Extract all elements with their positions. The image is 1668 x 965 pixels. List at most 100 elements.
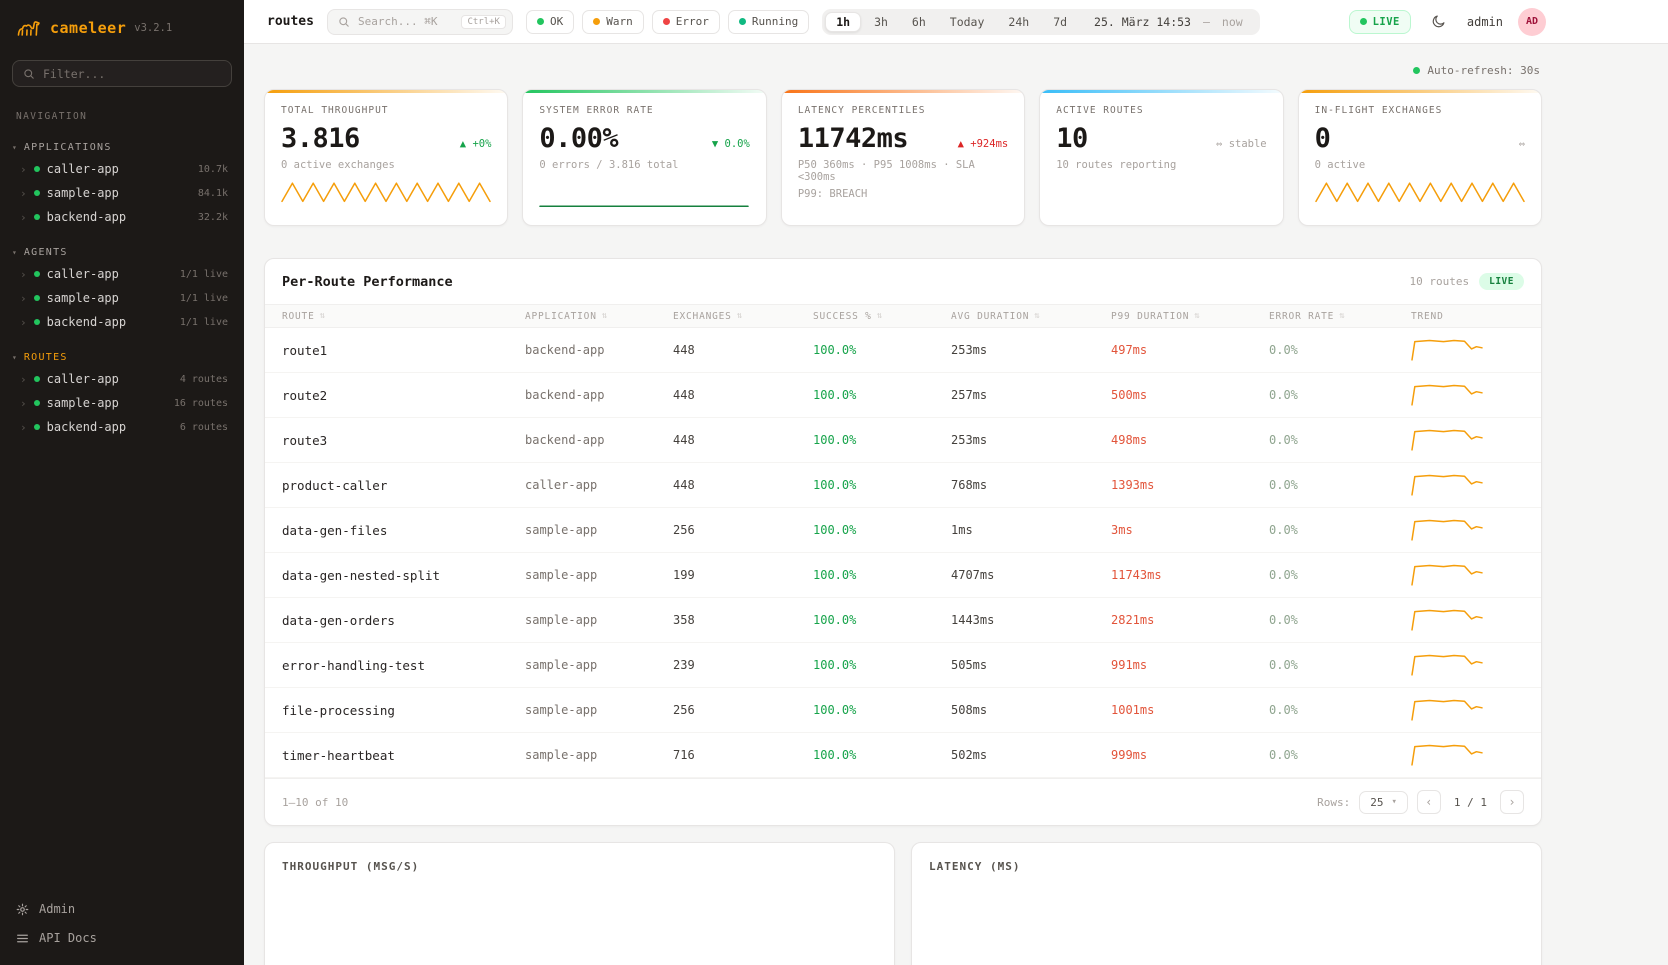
status-filter-chip[interactable]: Error	[652, 10, 720, 34]
sidebar-footer: Admin API Docs	[0, 892, 244, 965]
kpi-label: LATENCY PERCENTILES	[798, 105, 1008, 116]
range-button-1h[interactable]: 1h	[825, 12, 861, 32]
avatar[interactable]: AD	[1518, 8, 1546, 36]
route-table-row[interactable]: timer-heartbeat sample-app 716 100.0% 50…	[265, 733, 1541, 778]
kpi-subtext: 0 active	[1315, 159, 1525, 171]
column-header-application[interactable]: APPLICATION⇅	[525, 311, 673, 322]
global-search-box[interactable]: Search... ⌘K Ctrl+K	[327, 9, 513, 35]
success-rate-value: 100.0%	[813, 658, 951, 672]
item-label: backend-app	[47, 315, 126, 329]
route-table-row[interactable]: route2 backend-app 448 100.0% 257ms 500m…	[265, 373, 1541, 418]
sidebar-item-admin[interactable]: Admin	[16, 902, 228, 916]
status-dot	[34, 190, 40, 196]
kpi-delta: ▲ +0%	[460, 138, 492, 150]
item-label: caller-app	[47, 267, 119, 281]
docs-icon	[16, 932, 29, 945]
per-route-performance-panel: Per-Route Performance 10 routes LIVE ROU…	[264, 258, 1542, 826]
column-header-p99-duration[interactable]: P99 DURATION⇅	[1111, 311, 1269, 322]
range-button-24h[interactable]: 24h	[997, 12, 1040, 32]
avg-duration-value: 508ms	[951, 703, 1111, 717]
filter-input[interactable]	[43, 67, 221, 81]
caret-down-icon: ▾	[12, 143, 17, 152]
sidebar-item-api-docs[interactable]: API Docs	[16, 931, 228, 945]
error-rate-value: 0.0%	[1269, 703, 1411, 717]
table-header-row: ROUTE⇅ APPLICATION⇅ EXCHANGES⇅ SUCCESS %…	[265, 304, 1541, 328]
trend-sparkline	[1411, 382, 1483, 408]
route-table-row[interactable]: route3 backend-app 448 100.0% 253ms 498m…	[265, 418, 1541, 463]
status-filter-chip[interactable]: Warn	[582, 10, 644, 34]
theme-toggle-button[interactable]	[1426, 9, 1452, 35]
trend-sparkline	[1411, 742, 1483, 768]
sidebar-item-agent[interactable]: › sample-app 1/1 live	[0, 286, 244, 310]
trend-sparkline	[1411, 517, 1483, 543]
range-button-7d[interactable]: 7d	[1042, 12, 1078, 32]
status-filter-chip[interactable]: OK	[526, 10, 574, 34]
column-header-avg-duration[interactable]: AVG DURATION⇅	[951, 311, 1111, 322]
error-rate-value: 0.0%	[1269, 658, 1411, 672]
exchanges-value: 358	[673, 613, 813, 627]
sidebar-item-application[interactable]: › sample-app 84.1k	[0, 181, 244, 205]
nav-group-header-agents[interactable]: ▾ AGENTS	[0, 241, 244, 262]
exchanges-value: 448	[673, 433, 813, 447]
p99-duration-value: 991ms	[1111, 658, 1269, 672]
p99-duration-value: 1393ms	[1111, 478, 1269, 492]
range-button-3h[interactable]: 3h	[863, 12, 899, 32]
date-range-display[interactable]: 25. März 14:53 — now	[1080, 15, 1257, 29]
avg-duration-value: 253ms	[951, 343, 1111, 357]
kpi-subtext: 10 routes reporting	[1056, 159, 1266, 171]
route-table-row[interactable]: data-gen-nested-split sample-app 199 100…	[265, 553, 1541, 598]
exchanges-value: 448	[673, 343, 813, 357]
sidebar-item-route[interactable]: › caller-app 4 routes	[0, 367, 244, 391]
chip-label: Warn	[606, 15, 633, 28]
live-status-pill[interactable]: LIVE	[1349, 10, 1411, 34]
sidebar-item-application[interactable]: › backend-app 32.2k	[0, 205, 244, 229]
route-table-row[interactable]: data-gen-orders sample-app 358 100.0% 14…	[265, 598, 1541, 643]
sidebar-item-route[interactable]: › sample-app 16 routes	[0, 391, 244, 415]
trend-sparkline	[1411, 607, 1483, 633]
panel-title: Per-Route Performance	[282, 274, 453, 290]
sidebar-filter-box[interactable]	[12, 60, 232, 87]
chevron-right-icon: ›	[20, 188, 27, 199]
page-title: routes	[267, 14, 314, 29]
sidebar-item-agent[interactable]: › caller-app 1/1 live	[0, 262, 244, 286]
panel-header: Per-Route Performance 10 routes LIVE	[265, 259, 1541, 304]
nav-group-header-applications[interactable]: ▾ APPLICATIONS	[0, 136, 244, 157]
column-header-success[interactable]: SUCCESS %⇅	[813, 311, 951, 322]
success-rate-value: 100.0%	[813, 388, 951, 402]
route-table-row[interactable]: error-handling-test sample-app 239 100.0…	[265, 643, 1541, 688]
item-label: sample-app	[47, 396, 119, 410]
p99-duration-value: 999ms	[1111, 748, 1269, 762]
route-table-row[interactable]: file-processing sample-app 256 100.0% 50…	[265, 688, 1541, 733]
app-name: cameleer	[50, 19, 126, 37]
chevron-right-icon: ›	[20, 422, 27, 433]
chevron-right-icon: ›	[20, 398, 27, 409]
range-button-today[interactable]: Today	[939, 12, 996, 32]
range-button-6h[interactable]: 6h	[901, 12, 937, 32]
exchanges-value: 256	[673, 523, 813, 537]
route-table-row[interactable]: route1 backend-app 448 100.0% 253ms 497m…	[265, 328, 1541, 373]
column-header-error-rate[interactable]: ERROR RATE⇅	[1269, 311, 1411, 322]
sidebar-item-agent[interactable]: › backend-app 1/1 live	[0, 310, 244, 334]
route-name: product-caller	[265, 478, 525, 493]
prev-page-button[interactable]: ‹	[1417, 790, 1441, 814]
avg-duration-value: 768ms	[951, 478, 1111, 492]
rows-per-page-select[interactable]: 25 ▾	[1359, 791, 1408, 814]
status-filter-chip[interactable]: Running	[728, 10, 809, 34]
chip-label: Error	[676, 15, 709, 28]
success-rate-value: 100.0%	[813, 523, 951, 537]
column-header-exchanges[interactable]: EXCHANGES⇅	[673, 311, 813, 322]
route-table-row[interactable]: data-gen-files sample-app 256 100.0% 1ms…	[265, 508, 1541, 553]
application-name: sample-app	[525, 748, 673, 762]
sidebar: cameleer v3.2.1 NAVIGATION ▾ APPLICATION…	[0, 0, 244, 965]
next-page-button[interactable]: ›	[1500, 790, 1524, 814]
column-header-route[interactable]: ROUTE⇅	[265, 311, 525, 322]
route-table-row[interactable]: product-caller caller-app 448 100.0% 768…	[265, 463, 1541, 508]
sidebar-item-route[interactable]: › backend-app 6 routes	[0, 415, 244, 439]
sidebar-item-application[interactable]: › caller-app 10.7k	[0, 157, 244, 181]
chevron-right-icon: ›	[20, 212, 27, 223]
avg-duration-value: 502ms	[951, 748, 1111, 762]
application-name: backend-app	[525, 388, 673, 402]
nav-group-header-routes[interactable]: ▾ ROUTES	[0, 346, 244, 367]
chevron-right-icon: ›	[20, 293, 27, 304]
chevron-right-icon: ›	[20, 164, 27, 175]
